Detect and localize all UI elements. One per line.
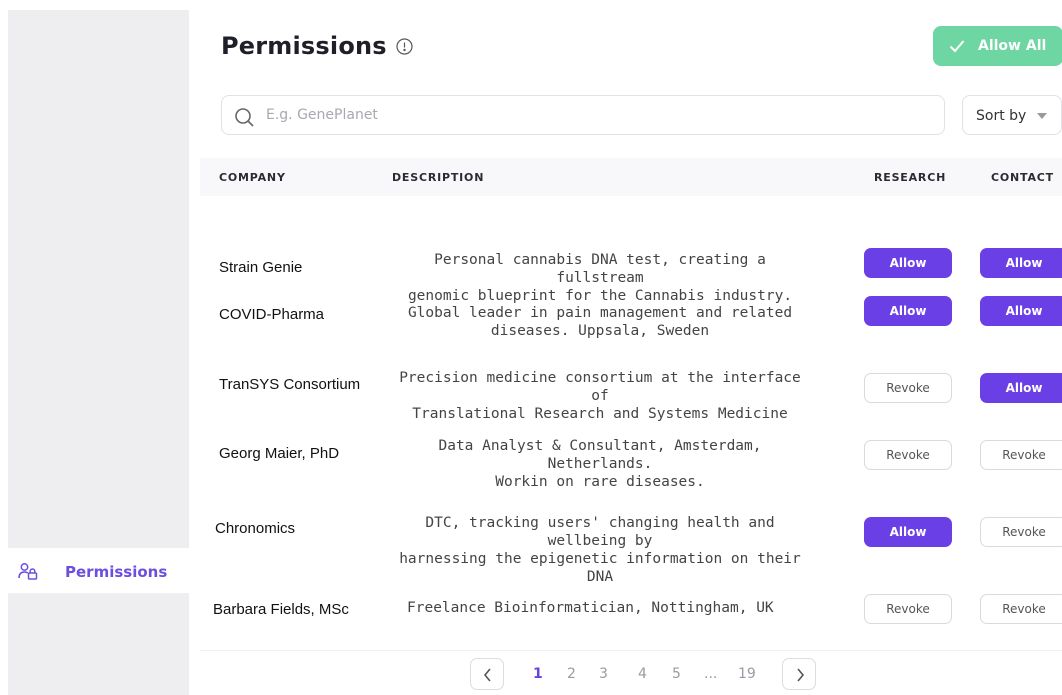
page-number[interactable]: 5 — [672, 666, 681, 682]
research-permission-button[interactable]: Revoke — [864, 594, 952, 624]
company-name: Georg Maier, PhD — [219, 445, 340, 462]
company-description: Personal cannabis DNA test, creating a f… — [407, 252, 793, 304]
caret-down-icon — [1037, 113, 1047, 119]
user-lock-icon — [18, 563, 38, 580]
research-permission-button[interactable]: Allow — [864, 248, 952, 278]
company-description: Precision medicine consortium at the int… — [399, 370, 801, 422]
column-header-research: RESEARCH — [874, 171, 947, 184]
company-description: Data Analyst & Consultant, Amsterdam, Ne… — [438, 438, 762, 490]
company-name: Barbara Fields, MSc — [213, 601, 349, 618]
permissions-page: Permissions Permissions Allow All Sort b… — [0, 0, 1062, 695]
research-permission-button[interactable]: Allow — [864, 296, 952, 326]
info-circle-icon[interactable] — [396, 38, 413, 55]
contact-permission-button[interactable]: Allow — [980, 248, 1062, 278]
research-permission-button[interactable]: Revoke — [864, 373, 952, 403]
chevron-left-icon — [483, 668, 491, 682]
page-title: Permissions — [221, 32, 387, 60]
page-number[interactable]: 1 — [533, 666, 543, 682]
previous-page-button[interactable] — [470, 658, 504, 690]
contact-permission-button[interactable]: Revoke — [980, 594, 1062, 624]
contact-permission-button[interactable]: Revoke — [980, 440, 1062, 470]
allow-all-button[interactable]: Allow All — [933, 26, 1062, 66]
page-ellipsis: ... — [704, 666, 718, 682]
sidebar-item-permissions[interactable]: Permissions — [8, 548, 189, 593]
contact-permission-button[interactable]: Allow — [980, 373, 1062, 403]
check-icon — [949, 40, 965, 53]
search-box — [221, 95, 945, 135]
column-header-description: DESCRIPTION — [392, 171, 485, 184]
company-name: TranSYS Consortium — [219, 376, 361, 393]
sidebar-item-label: Permissions — [65, 563, 168, 581]
company-description: DTC, tracking users' changing health and… — [399, 515, 801, 585]
research-permission-button[interactable]: Allow — [864, 517, 952, 547]
company-description: Global leader in pain management and rel… — [407, 305, 793, 339]
next-page-button[interactable] — [782, 658, 816, 690]
company-description: Freelance Bioinformatician, Nottingham, … — [407, 600, 774, 616]
company-name: Strain Genie — [219, 259, 303, 276]
table-header: COMPANY DESCRIPTION RESEARCH CONTACT — [200, 158, 1062, 196]
search-icon — [235, 108, 254, 127]
company-name: Chronomics — [215, 520, 296, 537]
sort-dropdown[interactable]: Sort by — [962, 95, 1062, 135]
column-header-contact: CONTACT — [991, 171, 1054, 184]
contact-permission-button[interactable]: Allow — [980, 296, 1062, 326]
sort-label: Sort by — [976, 108, 1027, 124]
search-input[interactable] — [266, 105, 926, 125]
sidebar: Permissions — [8, 10, 189, 695]
company-name: COVID-Pharma — [219, 306, 325, 323]
contact-permission-button[interactable]: Revoke — [980, 517, 1062, 547]
pagination-divider — [200, 650, 1062, 651]
allow-all-label: Allow All — [978, 38, 1047, 54]
page-number[interactable]: 3 — [599, 666, 608, 682]
research-permission-button[interactable]: Revoke — [864, 440, 952, 470]
page-number[interactable]: 19 — [738, 666, 756, 682]
page-number[interactable]: 2 — [567, 666, 576, 682]
page-number[interactable]: 4 — [638, 666, 647, 682]
column-header-company: COMPANY — [219, 171, 286, 184]
chevron-right-icon — [797, 668, 805, 682]
